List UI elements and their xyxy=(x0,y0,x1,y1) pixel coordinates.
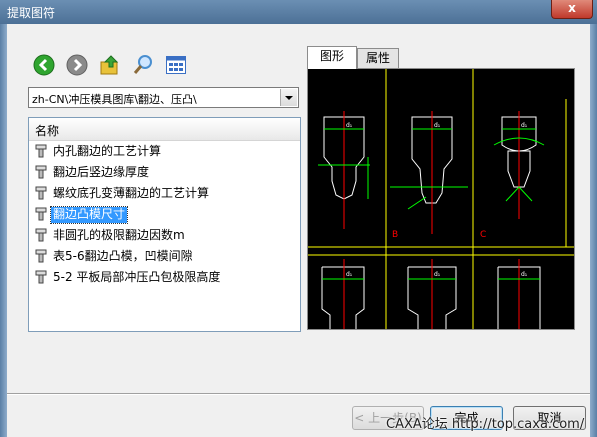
close-icon: x xyxy=(568,1,576,15)
symbol-icon xyxy=(35,186,47,200)
symbol-icon xyxy=(35,165,47,179)
cell-label-b: B xyxy=(392,230,398,240)
punch-drawing-1: d₁ xyxy=(318,111,370,229)
symbol-icon xyxy=(35,270,47,284)
forward-arrow-icon xyxy=(66,54,88,76)
search-icon xyxy=(133,55,152,74)
list-item-label: 翻边凸模尺寸 xyxy=(49,206,129,224)
dim-label-d1: d₁ xyxy=(434,271,441,278)
punch-drawing-4: d₁ xyxy=(321,259,365,329)
symbol-icon xyxy=(35,144,47,158)
path-value: zh-CN\冲压模具图库\翻边、压凸\ xyxy=(32,93,197,106)
search-button[interactable] xyxy=(132,54,154,76)
list-item-label: 螺纹底孔变薄翻边的工艺计算 xyxy=(53,186,210,200)
forum-watermark: CAXA论坛 http://top.caxa.com/ xyxy=(386,417,585,432)
list-item-label: 翻边后竖边缘厚度 xyxy=(53,165,150,179)
view-mode-button[interactable] xyxy=(165,54,187,76)
window-title: 提取图符 xyxy=(7,6,56,20)
back-arrow-icon xyxy=(33,54,55,76)
punch-drawing-5: d₁ xyxy=(407,259,457,329)
symbol-icon xyxy=(35,207,47,221)
column-header-name[interactable]: 名称 xyxy=(29,118,300,141)
footer-separator xyxy=(7,393,590,395)
dim-label-d1: d₁ xyxy=(521,122,528,129)
punch-drawing-3: d₁ C xyxy=(480,111,545,240)
symbol-list[interactable]: 名称 内孔翻边的工艺计算 翻边后竖边缘厚度 螺纹底孔变薄翻边的工艺计算 翻边凸模… xyxy=(28,117,301,332)
grid-view-icon xyxy=(166,56,186,74)
forward-button[interactable] xyxy=(66,54,88,76)
window-border-left xyxy=(0,24,7,437)
title-bar: 提取图符 x xyxy=(0,0,597,24)
back-button[interactable] xyxy=(33,54,55,76)
chevron-down-icon[interactable] xyxy=(280,89,297,106)
punch-drawing-2: d₁ B xyxy=(390,111,468,240)
folder-up-icon xyxy=(100,55,119,75)
preview-drawing: d₁ d₁ B d₁ C d₁ d₁ d₁ xyxy=(308,69,574,329)
dim-label-d1: d₁ xyxy=(521,271,528,278)
window-border-right xyxy=(590,24,597,437)
list-item-label: 非圆孔的极限翻边因数m xyxy=(53,228,185,242)
column-header-label: 名称 xyxy=(35,124,60,138)
punch-drawing-6: d₁ xyxy=(497,259,541,329)
symbol-icon xyxy=(35,228,47,242)
tab-graphics[interactable]: 图形 xyxy=(307,46,357,69)
dim-label-d1: d₁ xyxy=(346,122,353,129)
tab-properties[interactable]: 属性 xyxy=(357,48,399,68)
list-item-label: 5-2 平板局部冲压凸包极限高度 xyxy=(53,270,221,284)
symbol-preview: d₁ d₁ B d₁ C d₁ d₁ d₁ xyxy=(307,68,575,330)
dim-label-d1: d₁ xyxy=(434,122,441,129)
path-dropdown[interactable]: zh-CN\冲压模具图库\翻边、压凸\ xyxy=(28,87,299,108)
symbol-icon xyxy=(35,249,47,263)
up-folder-button[interactable] xyxy=(99,54,121,76)
close-button[interactable]: x xyxy=(551,0,593,19)
list-item-label: 表5-6翻边凸模，凹模间隙 xyxy=(53,249,193,263)
cell-label-c: C xyxy=(480,230,486,240)
list-item-label: 内孔翻边的工艺计算 xyxy=(53,144,162,158)
cell-frames xyxy=(308,69,574,329)
dim-label-d1: d₁ xyxy=(346,271,353,278)
